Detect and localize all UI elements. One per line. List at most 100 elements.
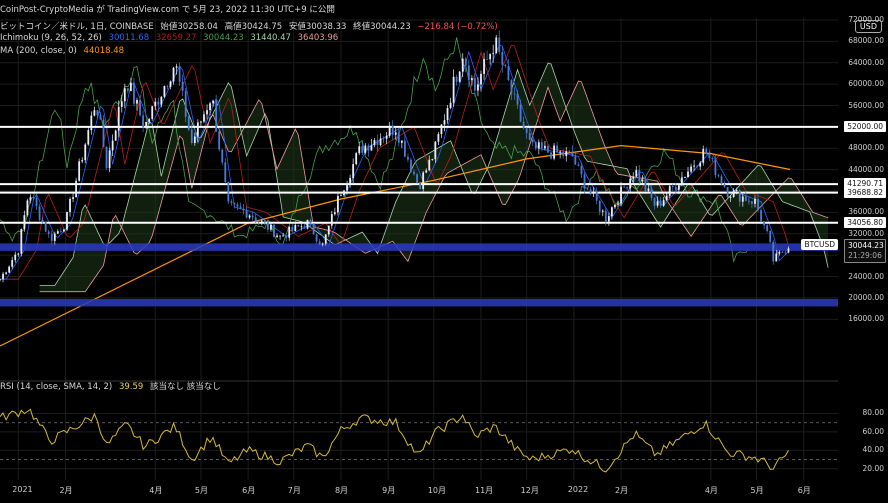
candle-body	[14, 254, 17, 261]
rsi-tick-label: 60.00	[862, 426, 884, 436]
candle-body	[419, 182, 422, 190]
candle-body	[601, 210, 604, 212]
candle-body	[519, 104, 522, 122]
candle-body	[251, 215, 254, 218]
time-tick-label: 4月	[149, 486, 163, 495]
candle-body	[550, 152, 552, 159]
candle-body	[72, 197, 74, 199]
candle-body	[674, 186, 677, 190]
time-tick-label: 7月	[287, 486, 301, 495]
candle-body	[461, 58, 464, 72]
candle-body	[343, 190, 345, 196]
symbol-title[interactable]: ビットコイン／米ドル, 1日, COINBASE	[0, 22, 154, 32]
candle-body	[166, 86, 169, 87]
ma-legend[interactable]: MA (200, close, 0) 44018.48	[0, 46, 128, 56]
candle-body	[355, 153, 358, 165]
candle-body	[431, 159, 434, 161]
candle-body	[611, 207, 613, 217]
candle-body	[696, 165, 699, 167]
candle-body	[690, 166, 692, 172]
candle-body	[130, 82, 132, 91]
candle-body	[105, 146, 108, 169]
candle-body	[349, 177, 351, 184]
candle-body	[160, 96, 163, 105]
candle-body	[534, 142, 537, 149]
ichimoku-legend[interactable]: Ichimoku (9, 26, 52, 26) 30011.68 32659.…	[0, 33, 342, 43]
candle-body	[467, 65, 470, 81]
candle-body	[738, 190, 741, 202]
candle-body	[681, 177, 683, 186]
candle-body	[504, 64, 507, 67]
candle-body	[163, 86, 166, 97]
candle-body	[656, 201, 659, 206]
chart-canvas[interactable]	[0, 0, 888, 503]
candle-body	[510, 80, 513, 94]
candle-body	[513, 93, 516, 95]
candle-body	[376, 140, 379, 146]
candle-body	[248, 215, 251, 218]
candle-body	[653, 197, 656, 206]
candle-body	[29, 197, 32, 201]
candle-body	[592, 191, 595, 193]
symbol-tag: BTCUSD	[801, 239, 838, 251]
candle-body	[172, 67, 175, 82]
candle-body	[44, 221, 47, 232]
candle-body	[324, 234, 327, 244]
ichimoku-label: Ichimoku (9, 26, 52, 26)	[0, 33, 102, 43]
candle-body	[428, 159, 431, 171]
candle-body	[446, 108, 449, 121]
candle-body	[635, 170, 638, 177]
rsi-extra: 該当なし 該当なし	[150, 382, 221, 392]
candle-body	[276, 235, 278, 237]
time-tick-label: 11月	[475, 486, 494, 495]
candle-body	[544, 145, 546, 149]
candle-body	[449, 102, 452, 109]
high-value: 高値30424.75	[224, 22, 283, 32]
candle-body	[711, 158, 714, 159]
candle-body	[367, 145, 370, 151]
time-tick-label: 2022	[567, 485, 589, 494]
open-value: 始値30258.04	[160, 22, 218, 32]
candle-body	[705, 149, 708, 155]
candle-body	[75, 180, 78, 198]
candle-body	[333, 212, 336, 215]
candle-body	[403, 140, 406, 157]
candle-body	[20, 229, 23, 254]
ichimoku-v2: 32659.27	[155, 33, 197, 43]
candle-body	[568, 151, 571, 153]
candle-body	[212, 100, 215, 104]
candle-body	[2, 273, 4, 280]
candle-body	[540, 142, 543, 149]
candle-body	[90, 115, 93, 131]
price-tick-label: 72000.00	[848, 15, 884, 24]
candle-body	[699, 162, 702, 167]
candle-body	[306, 219, 309, 229]
candle-body	[233, 202, 236, 205]
candle-body	[145, 121, 148, 128]
candle-body	[203, 114, 205, 122]
candle-body	[416, 174, 418, 183]
candle-body	[477, 84, 479, 91]
candle-body	[136, 99, 138, 104]
ohlc-legend: ビットコイン／米ドル, 1日, COINBASE 始値30258.04 高値30…	[0, 20, 502, 32]
price-tick-label: 20000.00	[848, 292, 884, 302]
rsi-legend[interactable]: RSI (14, close, SMA, 14, 2) 39.59 該当なし 該…	[0, 380, 225, 392]
candle-body	[321, 243, 324, 245]
candle-body	[327, 225, 330, 235]
candle-body	[677, 185, 680, 190]
candle-body	[215, 100, 218, 132]
candle-body	[492, 53, 495, 55]
candle-body	[687, 171, 689, 178]
candle-body	[443, 120, 446, 125]
candle-body	[282, 235, 285, 237]
candle-body	[498, 37, 501, 53]
candle-body	[187, 116, 190, 130]
candle-body	[340, 195, 342, 197]
candle-body	[200, 121, 202, 123]
candle-body	[227, 181, 230, 202]
candle-body	[766, 225, 769, 231]
candle-body	[620, 186, 622, 204]
candle-body	[273, 224, 275, 237]
candle-body	[184, 90, 187, 117]
candle-body	[668, 186, 671, 196]
